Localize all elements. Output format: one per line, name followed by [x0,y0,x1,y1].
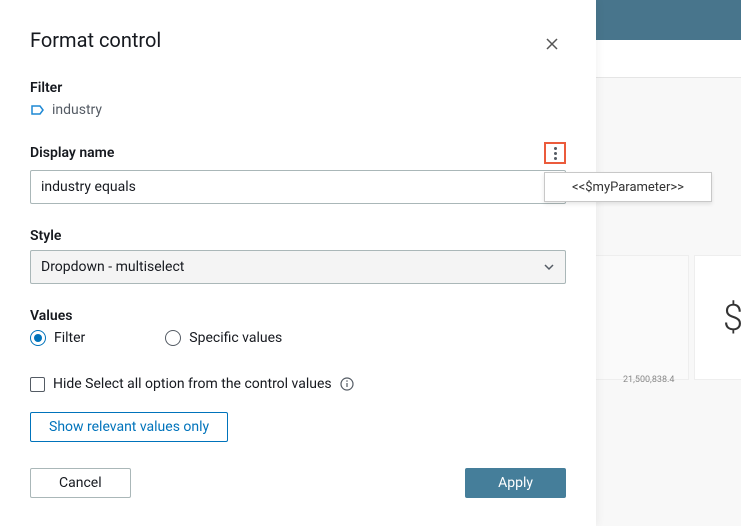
radio-icon [30,330,46,346]
ellipsis-icon [554,147,557,160]
close-icon [546,38,558,50]
filter-section-label: Filter [30,80,566,96]
hide-select-all-checkbox[interactable] [30,377,45,392]
filter-name: industry [52,102,102,118]
chevron-down-icon [543,261,555,273]
display-name-label: Display name [30,145,114,161]
values-radio-specific[interactable]: Specific values [165,330,282,346]
cancel-button[interactable]: Cancel [30,468,131,498]
more-options-button[interactable] [544,142,566,164]
show-relevant-values-button[interactable]: Show relevant values only [30,412,228,442]
background-metric-card: $ [694,255,741,380]
hide-select-all-row: Hide Select all option from the control … [30,376,566,392]
chart-value-label: 21,500,838.4 [623,375,674,385]
hide-select-all-label: Hide Select all option from the control … [53,376,332,392]
parameter-popup[interactable]: <<$myParameter>> [544,172,712,202]
close-button[interactable] [544,36,560,52]
modal-footer: Cancel Apply [30,468,566,498]
apply-button[interactable]: Apply [465,468,566,498]
values-label: Values [30,308,566,324]
radio-icon [165,330,181,346]
style-select-value: Dropdown - multiselect [41,259,184,275]
format-control-modal: Format control Filter industry Display n… [0,0,596,526]
background-card [595,255,689,380]
style-select[interactable]: Dropdown - multiselect [30,250,566,284]
filter-tag-icon [30,102,46,118]
values-radio-group: Filter Specific values [30,330,566,346]
display-name-input[interactable] [30,170,566,204]
info-icon[interactable] [340,377,354,391]
radio-label-specific: Specific values [189,330,282,346]
values-radio-filter[interactable]: Filter [30,330,85,346]
modal-title: Format control [30,28,566,52]
style-label: Style [30,228,566,244]
radio-label-filter: Filter [54,330,85,346]
filter-row: industry [30,102,566,118]
